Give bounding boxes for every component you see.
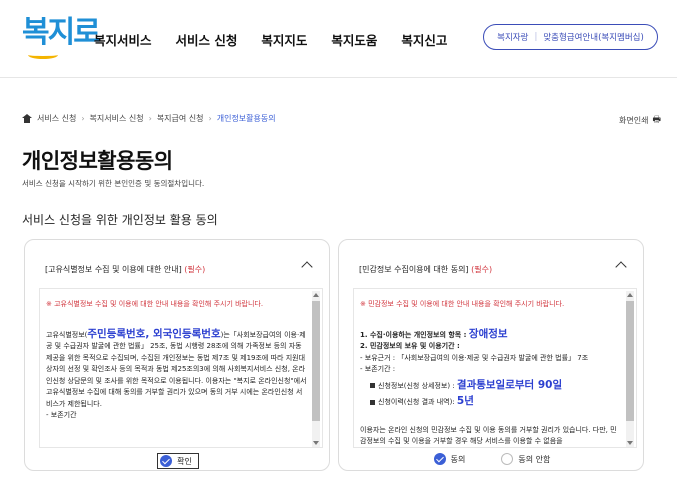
collapse-chevron-icon[interactable]: [301, 261, 313, 273]
card-heading[interactable]: [고유식별정보 수집 및 이용에 대한 안내] (필수): [45, 264, 205, 275]
site-header: 복지로 복지서비스 서비스 신청 복지지도 복지도움 복지신고 복지자랑 | 맞…: [0, 0, 677, 78]
scrollbar-thumb[interactable]: [312, 301, 320, 421]
agree-row: 동의 동의 안함: [339, 453, 645, 465]
scroll-down-arrow-icon[interactable]: [313, 441, 319, 445]
main-nav: 복지서비스 서비스 신청 복지지도 복지도움 복지신고: [94, 30, 447, 49]
scrollbar[interactable]: [626, 291, 634, 447]
util-welfare-pride[interactable]: 복지자랑: [497, 31, 528, 43]
nav-welfare-report[interactable]: 복지신고: [401, 30, 447, 49]
scrollbar[interactable]: [312, 291, 320, 447]
util-custom-benefit[interactable]: 맞춤형급여안내(복지멤버십): [543, 31, 643, 43]
collapse-chevron-icon[interactable]: [615, 261, 627, 273]
nav-welfare-help[interactable]: 복지도움: [331, 30, 377, 49]
consent-text-content: ※ 민감정보 수집 및 이용에 대한 안내 내용을 확인해 주시기 바랍니다. …: [360, 289, 622, 447]
highlighted-period: 결과통보일로부터 90일: [456, 378, 563, 391]
scrollbar-thumb[interactable]: [626, 301, 634, 421]
nav-welfare-service[interactable]: 복지서비스: [94, 30, 152, 49]
retention-basis: - 보유근거 : 「사회보장급여의 이용·제공 및 수급권자 발굴에 관한 법률…: [360, 353, 589, 362]
card-heading-text: [민감정보 수집이용에 대한 동의]: [359, 265, 469, 274]
print-button[interactable]: 화면인쇄 🖶: [619, 112, 661, 128]
retention-heading: - 보존기간: [46, 411, 77, 419]
notice-text: ※ 민감정보 수집 및 이용에 대한 안내 내용을 확인해 주시기 바랍니다.: [360, 300, 565, 308]
confirm-label: 확인: [177, 456, 192, 466]
retention-row: 신청이력(신청 결과 내역): 5년: [360, 395, 622, 409]
nav-service-apply[interactable]: 서비스 신청: [176, 30, 238, 49]
consent-text-content: ※ 고유식별정보 수집 및 이용에 대한 안내 내용을 확인해 주시기 바랍니다…: [46, 289, 308, 447]
chevron-right-icon: ›: [208, 114, 212, 123]
row-label: 신청정보(신청 상세정보) :: [378, 381, 455, 390]
item-label: 1. 수집·이용하는 개인정보의 항목 :: [360, 330, 467, 339]
page-title: 개인정보활용동의: [22, 149, 173, 173]
highlighted-items: 주민등록번호, 외국인등록번호: [87, 327, 221, 340]
scroll-up-arrow-icon[interactable]: [313, 293, 319, 297]
nav-welfare-map[interactable]: 복지지도: [261, 30, 307, 49]
confirm-checkbox[interactable]: 확인: [157, 453, 199, 469]
breadcrumb: 서비스 신청 › 복지서비스 신청 › 복지급여 신청 › 개인정보활용동의: [22, 113, 276, 124]
refusal-text: 이용자는 온라인 신청의 민감정보 수집 및 이용 동의를 거부할 권리가 있습…: [360, 425, 617, 446]
logo-text: 복지로: [22, 15, 101, 50]
retention-period: - 보존기간 :: [360, 365, 396, 373]
paragraph-text: )는「사회보장급여의 이용·제공 및 수급권자 발굴에 관한 법률」 25조, …: [46, 330, 307, 408]
check-circle-icon: [160, 455, 173, 467]
disagree-label: 동의 안함: [518, 454, 551, 464]
section-title: 서비스 신청을 위한 개인정보 활용 동의: [22, 213, 218, 227]
confirm-row: 확인: [25, 453, 331, 469]
breadcrumb-item[interactable]: 서비스 신청: [37, 113, 76, 124]
notice-text: ※ 고유식별정보 수집 및 이용에 대한 안내 내용을 확인해 주시기 바랍니다…: [46, 300, 264, 308]
breadcrumb-item[interactable]: 복지서비스 신청: [90, 113, 144, 124]
square-bullet-icon: [370, 399, 375, 405]
agree-radio[interactable]: 동의: [433, 453, 466, 465]
square-bullet-icon: [370, 383, 375, 388]
scroll-down-arrow-icon[interactable]: [627, 441, 633, 445]
card-heading-text: [고유식별정보 수집 및 이용에 대한 안내]: [45, 265, 182, 274]
paragraph-text: 고유식별정보(: [46, 330, 88, 339]
util-links: 복지자랑 | 맞춤형급여안내(복지멤버십): [483, 24, 658, 50]
consent-paragraph: 고유식별정보(주민등록번호, 외국인등록번호)는「사회보장급여의 이용·제공 및…: [46, 327, 308, 411]
bokjiro-logo[interactable]: 복지로: [22, 15, 101, 59]
disagree-radio[interactable]: 동의 안함: [501, 453, 550, 465]
home-icon[interactable]: [22, 114, 32, 123]
print-label: 화면인쇄: [619, 115, 649, 125]
highlighted-period: 5년: [456, 395, 474, 407]
unique-id-consent-card: [고유식별정보 수집 및 이용에 대한 안내] (필수) ※ 고유식별정보 수집…: [24, 239, 330, 471]
chevron-right-icon: ›: [81, 114, 85, 123]
check-circle-icon: [433, 453, 446, 465]
logo-smile-icon: [28, 51, 58, 59]
consent-text-box[interactable]: ※ 고유식별정보 수집 및 이용에 대한 안내 내용을 확인해 주시기 바랍니다…: [39, 288, 323, 448]
required-badge: (필수): [471, 265, 493, 274]
scroll-up-arrow-icon[interactable]: [627, 293, 633, 297]
card-heading[interactable]: [민감정보 수집이용에 대한 동의] (필수): [359, 264, 492, 275]
page-subtitle: 서비스 신청을 시작하기 위한 본인인증 및 동의절차입니다.: [22, 179, 205, 188]
agree-label: 동의: [450, 454, 466, 464]
empty-circle-icon: [501, 453, 514, 465]
consent-text-box[interactable]: ※ 민감정보 수집 및 이용에 대한 안내 내용을 확인해 주시기 바랍니다. …: [353, 288, 637, 448]
breadcrumb-current: 개인정보활용동의: [216, 114, 276, 123]
row-label: 신청이력(신청 결과 내역):: [378, 398, 455, 406]
chevron-right-icon: ›: [148, 114, 152, 123]
highlighted-items: 장애정보: [468, 327, 508, 340]
sensitive-info-consent-card: [민감정보 수집이용에 대한 동의] (필수) ※ 민감정보 수집 및 이용에 …: [338, 239, 644, 471]
item2-label: 2. 민감정보의 보유 및 이용기간 :: [360, 342, 460, 350]
required-badge: (필수): [184, 265, 206, 274]
breadcrumb-item[interactable]: 복지급여 신청: [157, 113, 204, 124]
printer-icon: 🖶: [652, 115, 662, 125]
util-separator: |: [534, 32, 538, 42]
item1-row: 1. 수집·이용하는 개인정보의 항목 : 장애정보: [360, 327, 622, 342]
retention-row: 신청정보(신청 상세정보) : 결과통보일로부터 90일: [360, 378, 622, 393]
